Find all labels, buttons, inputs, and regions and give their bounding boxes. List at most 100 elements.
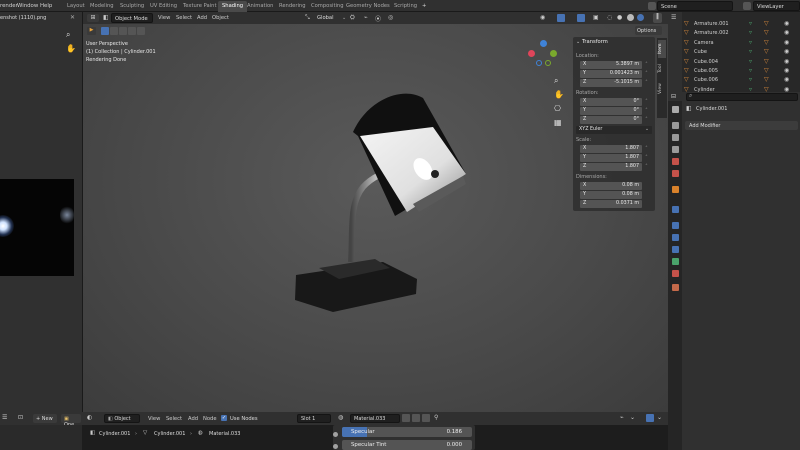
visibility-eye-icon[interactable]: ◉: [784, 76, 789, 83]
node-menu-add[interactable]: Add: [188, 416, 198, 422]
tab-view[interactable]: View: [658, 80, 666, 98]
outliner-item[interactable]: ▽ Armature.001 ▿ ▽ ◉: [684, 20, 800, 29]
proportional-edit-icon[interactable]: ◎: [388, 14, 393, 21]
tab-sculpting[interactable]: Sculpting: [120, 3, 144, 9]
keyframe-dot-icon[interactable]: ⁺: [645, 155, 650, 160]
socket-dot[interactable]: [333, 432, 338, 437]
tab-animation[interactable]: Animation: [247, 3, 273, 9]
dimensions-x-field[interactable]: X 0.08 m: [580, 182, 642, 190]
menu-window[interactable]: Window: [17, 3, 38, 9]
chevron-down-icon[interactable]: ⌄: [342, 15, 346, 21]
location-y-field[interactable]: Y 0.001423 m: [580, 70, 642, 78]
modifier-tab-icon[interactable]: [672, 206, 679, 213]
visibility-eye-icon[interactable]: ◉: [784, 58, 789, 65]
tab-item[interactable]: Item: [658, 40, 666, 58]
location-x-field[interactable]: X 5.3897 m: [580, 61, 642, 69]
snap-icon[interactable]: ⌁: [364, 14, 368, 21]
add-workspace-button[interactable]: +: [422, 3, 426, 9]
view-layer-selector[interactable]: ViewLayer: [753, 1, 800, 11]
options-dropdown[interactable]: Options: [635, 26, 662, 35]
properties-search-input[interactable]: [686, 93, 798, 101]
shading-solid-icon[interactable]: ●: [617, 14, 622, 21]
xray-icon[interactable]: ▣: [593, 14, 599, 21]
properties-object-name[interactable]: Cylinder.001: [696, 106, 727, 112]
data-tab-icon[interactable]: [672, 258, 679, 265]
keyframe-dot-icon[interactable]: ⁺: [645, 62, 650, 67]
tab-compositing[interactable]: Compositing: [311, 3, 344, 9]
specular-tint-slider[interactable]: Specular Tint 0.000: [342, 440, 472, 450]
visibility-eye-icon[interactable]: ◉: [784, 20, 789, 27]
gizmo-x-axis[interactable]: [528, 50, 535, 57]
viewport-menu-view[interactable]: View: [158, 15, 170, 21]
output-tab-icon[interactable]: [672, 134, 679, 141]
physics-tab-icon[interactable]: [672, 234, 679, 241]
scale-x-field[interactable]: X 1.807: [580, 145, 642, 153]
keyframe-dot-icon[interactable]: ⁺: [645, 146, 650, 151]
editor-type-icon[interactable]: ⊞: [87, 14, 99, 22]
render-tab-icon[interactable]: [672, 122, 679, 129]
open-button[interactable]: ▣ Ope: [61, 414, 81, 428]
keyframe-dot-icon[interactable]: ⁺: [645, 71, 650, 76]
particles-tab-icon[interactable]: [672, 222, 679, 229]
navigation-gizmo[interactable]: [528, 40, 558, 70]
scale-z-field[interactable]: Z 1.807: [580, 163, 642, 171]
shading-rendered-icon[interactable]: [637, 14, 644, 21]
chevron-down-icon[interactable]: ⌄: [657, 414, 662, 421]
gizmo-neg-z[interactable]: [536, 60, 542, 66]
viewport-menu-select[interactable]: Select: [176, 15, 192, 21]
tab-rendering[interactable]: Rendering: [279, 3, 306, 9]
camera-view-icon[interactable]: ⎔: [554, 104, 561, 113]
snap-mode-icon[interactable]: ⌄: [630, 414, 635, 421]
material-name-field[interactable]: Material.033: [350, 414, 400, 423]
fake-user-icon[interactable]: [402, 414, 410, 422]
overlay-toggle-icon[interactable]: [577, 14, 585, 22]
perspective-toggle-icon[interactable]: ▦: [554, 118, 562, 127]
tab-modeling[interactable]: Modeling: [90, 3, 114, 9]
scene-selector[interactable]: Scene: [657, 1, 733, 11]
scale-y-field[interactable]: Y 1.807: [580, 154, 642, 162]
tab-geometry-nodes[interactable]: Geometry Nodes: [346, 3, 390, 9]
duplicate-material-icon[interactable]: [412, 414, 420, 422]
texture-tab-icon[interactable]: [672, 284, 679, 291]
close-image-icon[interactable]: ✕: [70, 14, 75, 21]
add-modifier-button[interactable]: Add Modifier: [685, 121, 798, 130]
gizmo-neg-y[interactable]: [545, 60, 551, 66]
pause-render-icon[interactable]: ‖: [653, 13, 662, 23]
unlink-material-icon[interactable]: [422, 414, 430, 422]
mode-selector[interactable]: Object Mode: [111, 13, 153, 23]
rotation-mode-selector[interactable]: XYZ Euler ⌄: [576, 126, 652, 134]
outliner-item[interactable]: ▽ Armature.002 ▿ ▽ ◉: [684, 29, 800, 38]
outliner-item[interactable]: ▽ Cube.005 ▿ ▽ ◉: [684, 67, 800, 76]
viewport-canvas[interactable]: ▶ User Perspective (1) Collection | Cyli…: [83, 24, 668, 412]
shading-material-icon[interactable]: [627, 14, 634, 21]
node-editor-canvas[interactable]: ◧ Cylinder.001 › ▽ Cylinder.001 › ◍ Mate…: [0, 425, 668, 450]
keyframe-dot-icon[interactable]: ⁺: [645, 164, 650, 169]
shading-wireframe-icon[interactable]: ◌: [607, 14, 612, 21]
visibility-eye-icon[interactable]: ◉: [784, 48, 789, 55]
tab-texture-paint[interactable]: Texture Paint: [183, 3, 216, 9]
shader-type-selector[interactable]: ◧ Object: [104, 414, 140, 423]
image-filename[interactable]: enshot (1110).png: [0, 15, 46, 21]
new-button[interactable]: + New: [33, 414, 57, 423]
node-menu-node[interactable]: Node: [203, 416, 217, 422]
viewport-menu-add[interactable]: Add: [197, 15, 207, 21]
tab-tool[interactable]: Tool: [658, 60, 666, 78]
world-tab-icon[interactable]: [672, 170, 679, 177]
constraints-tab-icon[interactable]: [672, 246, 679, 253]
menu-render[interactable]: render: [0, 3, 18, 9]
dimensions-y-field[interactable]: Y 0.08 m: [580, 191, 642, 199]
properties-editor-icon[interactable]: ⊟: [671, 93, 676, 100]
gizmo-y-axis[interactable]: [550, 50, 557, 57]
pivot-icon[interactable]: ⛭: [350, 14, 355, 22]
use-nodes-checkbox[interactable]: ✓: [221, 415, 227, 421]
pin-icon[interactable]: ⚲: [434, 414, 438, 421]
keyframe-dot-icon[interactable]: ⁺: [645, 108, 650, 113]
menu-help[interactable]: Help: [40, 3, 52, 9]
outliner-item[interactable]: ▽ Cube ▿ ▽ ◉: [684, 48, 800, 57]
tab-uv-editing[interactable]: UV Editing: [150, 3, 177, 9]
rotation-z-field[interactable]: Z 0°: [580, 116, 642, 124]
visibility-icon[interactable]: ◉: [540, 14, 545, 21]
image-browse-icon[interactable]: ⊡: [18, 414, 23, 421]
tab-shading[interactable]: Shading: [218, 1, 248, 12]
zoom-icon[interactable]: ⌕: [66, 30, 70, 40]
